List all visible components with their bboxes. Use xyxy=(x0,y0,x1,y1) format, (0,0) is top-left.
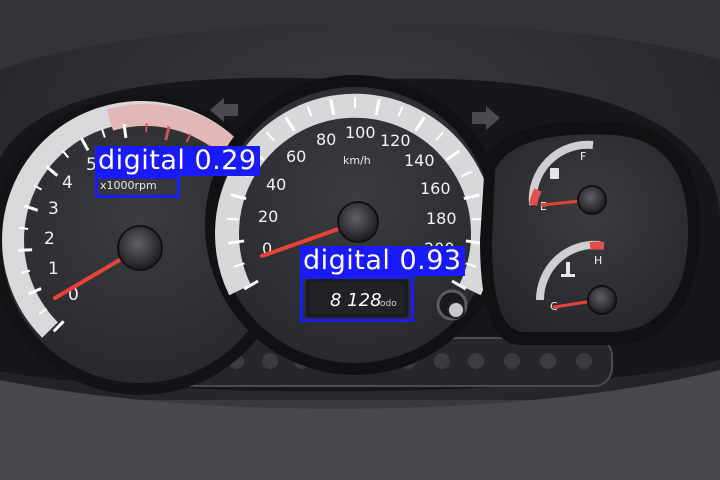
tach-hub xyxy=(117,225,163,271)
speed-tick-40: 40 xyxy=(266,175,286,194)
tach-tick-4: 4 xyxy=(62,173,73,193)
tach-tick-3: 3 xyxy=(48,199,59,219)
dashboard-photo: 0 1 2 3 4 5 x1000rpm 0 20 40 60 80 100 1… xyxy=(0,0,720,480)
speed-tick-80: 80 xyxy=(316,130,336,149)
dial-tick-mark xyxy=(471,217,483,221)
speed-tick-120: 120 xyxy=(380,131,411,150)
dial-tick-mark xyxy=(227,217,239,221)
speed-tick-180: 180 xyxy=(426,209,457,228)
speedometer: 0 20 40 60 80 100 120 140 160 180 200 km… xyxy=(205,75,505,375)
speed-tick-60: 60 xyxy=(286,147,306,166)
fuel-empty-label: E xyxy=(540,200,547,213)
dial-tick-mark xyxy=(18,248,33,252)
fuel-full-label: F xyxy=(580,150,586,163)
tach-tick-1: 1 xyxy=(48,259,59,279)
speed-tick-160: 160 xyxy=(420,179,451,198)
fuel-pump-icon xyxy=(550,168,559,179)
detection-box-odometer xyxy=(300,276,414,322)
temp-hot-label: H xyxy=(594,254,602,267)
tach-tick-2: 2 xyxy=(44,229,55,249)
detection-box-tachometer-label xyxy=(95,176,180,198)
speed-tick-140: 140 xyxy=(404,151,435,170)
speed-tick-20: 20 xyxy=(258,207,278,226)
speed-unit-label: km/h xyxy=(343,154,371,167)
speed-hub xyxy=(337,201,379,243)
detection-label-2: digital 0.93 xyxy=(300,246,465,276)
dial-tick-mark xyxy=(19,226,29,231)
instrument-cluster: 0 1 2 3 4 5 x1000rpm 0 20 40 60 80 100 1… xyxy=(0,0,720,480)
speed-tick-100: 100 xyxy=(345,123,376,142)
dial-tick-mark xyxy=(122,123,128,139)
detection-label-1: digital 0.29 xyxy=(95,146,260,176)
